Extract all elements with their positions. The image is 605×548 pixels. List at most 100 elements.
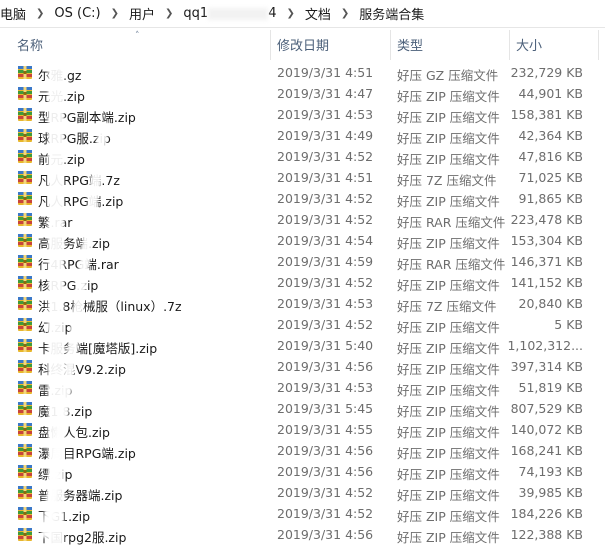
file-type: 好压 ZIP 压缩文件 (397, 446, 500, 461)
file-size: 141,152 KB (510, 275, 583, 290)
file-size: 140,072 KB (510, 422, 583, 437)
archive-icon (18, 444, 32, 457)
archive-icon (18, 423, 32, 436)
breadcrumb-item-users[interactable]: 用户 (125, 4, 159, 23)
column-name-label: 名称 (17, 39, 44, 54)
file-modified: 2019/3/31 4:49 (277, 128, 374, 143)
column-size[interactable]: 大小 (516, 28, 596, 62)
file-row[interactable]: 下G1.zip 2019/3/31 4:52 好压 ZIP 压缩文件 184,2… (0, 503, 605, 524)
column-divider[interactable] (509, 30, 510, 60)
column-modified[interactable]: 修改日期 (277, 28, 387, 62)
file-modified: 2019/3/31 4:54 (277, 233, 374, 248)
file-type: 好压 ZIP 压缩文件 (397, 362, 500, 377)
file-modified: 2019/3/31 4:51 (277, 65, 374, 80)
file-type: 好压 ZIP 压缩文件 (397, 320, 500, 335)
breadcrumb-item-current-folder[interactable]: 服务端合集 (355, 4, 428, 23)
file-size: 223,478 KB (510, 212, 583, 227)
file-type: 好压 ZIP 压缩文件 (397, 425, 500, 440)
file-row[interactable]: 魔1.8.zip 2019/3/31 5:45 好压 ZIP 压缩文件 807,… (0, 398, 605, 419)
file-row[interactable]: 洪1.8枪械服（linux）.7z 2019/3/31 4:53 好压 7Z 压… (0, 293, 605, 314)
file-row[interactable]: 球RPG服.zip 2019/3/31 4:49 好压 ZIP 压缩文件 42,… (0, 125, 605, 146)
file-type: 好压 7Z 压缩文件 (397, 299, 497, 314)
file-type: 好压 ZIP 压缩文件 (397, 509, 500, 524)
archive-icon (18, 192, 32, 205)
column-type[interactable]: 类型 (397, 28, 507, 62)
file-size: 42,364 KB (518, 128, 583, 143)
file-row[interactable]: 型RPG副本端.zip 2019/3/31 4:53 好压 ZIP 压缩文件 1… (0, 104, 605, 125)
file-type: 好压 ZIP 压缩文件 (397, 236, 500, 251)
archive-icon (18, 255, 32, 268)
file-row[interactable]: 幻.zip 2019/3/31 4:52 好压 ZIP 压缩文件 5 KB (0, 314, 605, 335)
file-type: 好压 ZIP 压缩文件 (397, 110, 500, 125)
file-size: 153,304 KB (510, 233, 583, 248)
file-type: 好压 RAR 压缩文件 (397, 257, 506, 272)
file-row[interactable]: 卡服务端[魔塔版].zip 2019/3/31 5:40 好压 ZIP 压缩文件… (0, 335, 605, 356)
file-row[interactable]: 缥.zip 2019/3/31 4:56 好压 ZIP 压缩文件 74,193 … (0, 461, 605, 482)
file-modified: 2019/3/31 4:53 (277, 296, 374, 311)
file-row[interactable]: 前元.zip 2019/3/31 4:52 好压 ZIP 压缩文件 47,816… (0, 146, 605, 167)
archive-icon (18, 66, 32, 79)
chevron-right-icon[interactable]: ❯ (280, 8, 300, 19)
file-modified: 2019/3/31 4:53 (277, 380, 374, 395)
file-size: 232,729 KB (510, 65, 583, 80)
file-size: 20,840 KB (518, 296, 583, 311)
breadcrumb: 电脑 ❯ OS (C:) ❯ 用户 ❯ qq1 4 ❯ 文档 ❯ 服务端合集 (0, 0, 605, 28)
file-size: 122,388 KB (510, 527, 583, 542)
file-size: 397,314 KB (510, 359, 583, 374)
file-modified: 2019/3/31 4:52 (277, 485, 374, 500)
file-size: 146,371 KB (510, 254, 583, 269)
archive-icon (18, 129, 32, 142)
chevron-right-icon[interactable]: ❯ (105, 8, 125, 19)
file-type: 好压 ZIP 压缩文件 (397, 404, 500, 419)
file-row[interactable]: 尔雅.gz 2019/3/31 4:51 好压 GZ 压缩文件 232,729 … (0, 62, 605, 83)
column-divider[interactable] (598, 30, 599, 60)
file-row[interactable]: 盘懒人包.zip 2019/3/31 4:55 好压 ZIP 压缩文件 140,… (0, 419, 605, 440)
breadcrumb-item-computer[interactable]: 电脑 (0, 4, 30, 23)
file-size: 184,226 KB (510, 506, 583, 521)
archive-icon (18, 108, 32, 121)
chevron-right-icon[interactable]: ❯ (159, 8, 179, 19)
file-modified: 2019/3/31 5:45 (277, 401, 374, 416)
archive-icon (18, 339, 32, 352)
column-divider[interactable] (390, 30, 391, 60)
file-row[interactable]: 下国rpg2服.zip 2019/3/31 4:56 好压 ZIP 压缩文件 1… (0, 524, 605, 545)
file-type: 好压 ZIP 压缩文件 (397, 278, 500, 293)
archive-icon (18, 87, 32, 100)
archive-icon (18, 171, 32, 184)
breadcrumb-item-user[interactable]: qq1 4 (179, 6, 280, 21)
file-row[interactable]: 雷.zip 2019/3/31 4:53 好压 ZIP 压缩文件 51,819 … (0, 377, 605, 398)
file-type: 好压 7Z 压缩文件 (397, 173, 497, 188)
chevron-right-icon[interactable]: ❯ (30, 8, 50, 19)
archive-icon (18, 528, 32, 541)
file-modified: 2019/3/31 4:56 (277, 464, 374, 479)
file-type: 好压 ZIP 压缩文件 (397, 467, 500, 482)
file-type: 好压 RAR 压缩文件 (397, 215, 506, 230)
file-size: 39,985 KB (518, 485, 583, 500)
file-row[interactable]: 行4RPG端.rar 2019/3/31 4:59 好压 RAR 压缩文件 14… (0, 251, 605, 272)
file-type: 好压 ZIP 压缩文件 (397, 194, 500, 209)
file-row[interactable]: 科终混V9.2.zip 2019/3/31 4:56 好压 ZIP 压缩文件 3… (0, 356, 605, 377)
file-type: 好压 ZIP 压缩文件 (397, 131, 500, 146)
archive-icon (18, 360, 32, 373)
chevron-right-icon[interactable]: ❯ (335, 8, 355, 19)
file-modified: 2019/3/31 4:47 (277, 86, 374, 101)
archive-icon (18, 402, 32, 415)
breadcrumb-item-documents[interactable]: 文档 (301, 4, 335, 23)
file-modified: 2019/3/31 4:56 (277, 527, 374, 542)
breadcrumb-item-drive[interactable]: OS (C:) (50, 6, 104, 21)
column-type-label: 类型 (397, 39, 424, 54)
breadcrumb-user-prefix: qq1 (183, 6, 209, 21)
file-size: 71,025 KB (518, 170, 583, 185)
file-type: 好压 ZIP 压缩文件 (397, 530, 500, 545)
file-type: 好压 ZIP 压缩文件 (397, 488, 500, 503)
file-row[interactable]: 核RPG.zip 2019/3/31 4:52 好压 ZIP 压缩文件 141,… (0, 272, 605, 293)
file-modified: 2019/3/31 4:52 (277, 149, 374, 164)
file-row[interactable]: 元光.zip 2019/3/31 4:47 好压 ZIP 压缩文件 44,901… (0, 83, 605, 104)
column-divider[interactable] (270, 30, 271, 60)
file-row[interactable]: 普服务器端.zip 2019/3/31 4:52 好压 ZIP 压缩文件 39,… (0, 482, 605, 503)
file-row[interactable]: 瀑周目RPG端.zip 2019/3/31 4:56 好压 ZIP 压缩文件 1… (0, 440, 605, 461)
file-size: 51,819 KB (518, 380, 583, 395)
column-name[interactable]: 名称 (17, 28, 267, 62)
archive-icon (18, 150, 32, 163)
file-modified: 2019/3/31 4:59 (277, 254, 374, 269)
